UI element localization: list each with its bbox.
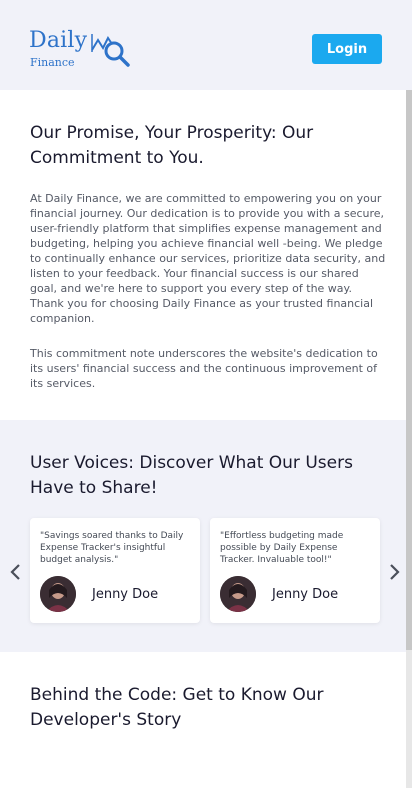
site-header: Daily Finance Login xyxy=(0,0,412,90)
testimonial-quote: "Effortless budgeting made possible by D… xyxy=(220,531,344,565)
testimonial-card: "Effortless budgeting made possible by D… xyxy=(210,518,380,623)
promise-title: Our Promise, Your Prosperity: Our Commit… xyxy=(30,123,314,168)
chevron-left-icon[interactable] xyxy=(8,562,22,582)
developer-section: Behind the Code: Get to Know Our Develop… xyxy=(0,652,406,788)
user-voices-title: User Voices: Discover What Our Users Hav… xyxy=(30,453,353,498)
chevron-right-icon[interactable] xyxy=(388,562,402,582)
logo-text-daily: Daily xyxy=(29,28,88,53)
developer-title: Behind the Code: Get to Know Our Develop… xyxy=(30,685,324,730)
testimonial-user-name: Jenny Doe xyxy=(272,587,339,602)
logo-text-finance: Finance xyxy=(30,56,75,69)
avatar xyxy=(40,576,76,612)
user-voices-section: User Voices: Discover What Our Users Hav… xyxy=(0,420,406,652)
testimonial-quote: "Savings soared thanks to Daily Expense … xyxy=(40,531,184,565)
chart-magnifier-icon xyxy=(91,34,130,67)
promise-section: Our Promise, Your Prosperity: Our Commit… xyxy=(0,90,406,420)
promise-paragraph-2: This commitment note underscores the web… xyxy=(30,347,378,390)
logo[interactable]: Daily Finance xyxy=(29,28,139,72)
testimonial-card: "Savings soared thanks to Daily Expense … xyxy=(30,518,200,623)
avatar xyxy=(220,576,256,612)
login-button[interactable]: Login xyxy=(312,34,382,64)
testimonial-user-name: Jenny Doe xyxy=(92,587,159,602)
page-scrollbar[interactable] xyxy=(406,90,412,788)
promise-paragraph-1: At Daily Finance, we are committed to em… xyxy=(30,192,386,325)
scrollbar-thumb[interactable] xyxy=(406,90,412,650)
